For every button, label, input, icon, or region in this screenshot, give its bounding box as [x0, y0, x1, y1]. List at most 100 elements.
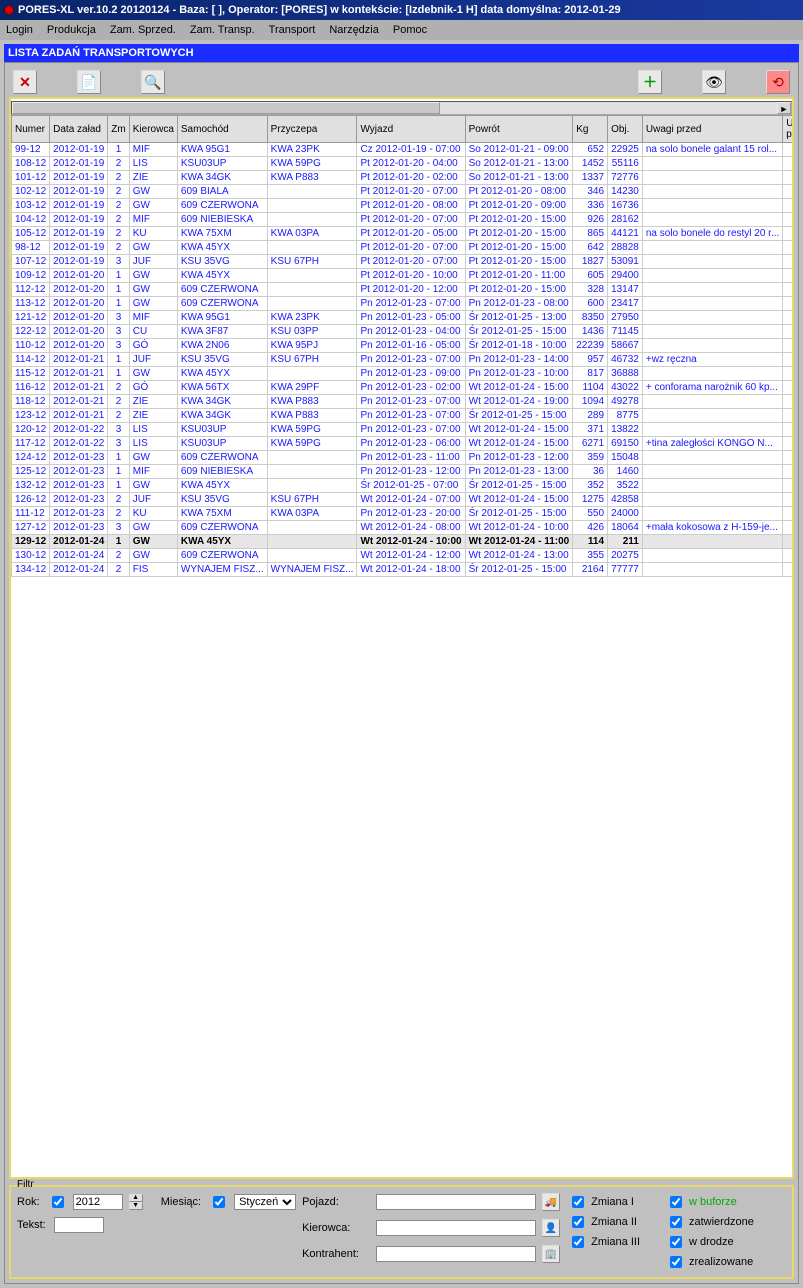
pojazd-pick-button[interactable]: 🚚 — [542, 1193, 560, 1211]
table-row[interactable]: 115-122012-01-211GWKWA 45YXPn 2012-01-23… — [12, 367, 795, 381]
wdrodze-row[interactable]: w drodze — [666, 1233, 754, 1251]
table-row[interactable]: 126-122012-01-232JUFKSU 35VGKSU 67PHWt 2… — [12, 493, 795, 507]
delete-button[interactable]: ✕ — [13, 70, 37, 94]
col-5[interactable]: Przyczepa — [267, 116, 357, 143]
menu-transport[interactable]: Transport — [269, 24, 316, 36]
zmiana3-row[interactable]: Zmiana III — [568, 1233, 640, 1251]
miesiac-checkbox[interactable] — [213, 1196, 225, 1208]
col-7[interactable]: Powrót — [465, 116, 573, 143]
miesiac-select[interactable]: Styczeń — [234, 1194, 296, 1210]
table-row[interactable]: 116-122012-01-212GÓKWA 56TXKWA 29PFPn 20… — [12, 381, 795, 395]
zreal-row[interactable]: zrealizowane — [666, 1253, 754, 1271]
table-row[interactable]: 112-122012-01-201GW609 CZERWONAPt 2012-0… — [12, 283, 795, 297]
document-button[interactable]: 📄 — [77, 70, 101, 94]
table-row[interactable]: 98-122012-01-192GWKWA 45YXPt 2012-01-20 … — [12, 241, 795, 255]
cell — [642, 269, 782, 283]
menu-login[interactable]: Login — [6, 24, 33, 36]
table-row[interactable]: 117-122012-01-223LISKSU03UPKWA 59PGPn 20… — [12, 437, 795, 451]
table-row[interactable]: 122-122012-01-203CUKWA 3F87KSU 03PPPn 20… — [12, 325, 795, 339]
zatw-checkbox[interactable] — [670, 1216, 682, 1228]
table-row[interactable]: 118-122012-01-212ZIEKWA 34GKKWA P883Pn 2… — [12, 395, 795, 409]
table-row[interactable]: 123-122012-01-212ZIEKWA 34GKKWA P883Pn 2… — [12, 409, 795, 423]
zmiana1-checkbox[interactable] — [572, 1196, 584, 1208]
rok-spinner[interactable]: ▲▼ — [129, 1194, 143, 1210]
zmiana2-checkbox[interactable] — [572, 1216, 584, 1228]
col-6[interactable]: Wyjazd — [357, 116, 465, 143]
col-11[interactable]: Uwagi po — [783, 116, 794, 143]
col-3[interactable]: Kierowca — [129, 116, 177, 143]
table-row[interactable]: 114-122012-01-211JUFKSU 35VGKSU 67PHPn 2… — [12, 353, 795, 367]
cell: GW — [129, 479, 177, 493]
table-row[interactable]: 134-122012-01-242FISWYNAJEM FISZ...WYNAJ… — [12, 563, 795, 577]
rok-input[interactable] — [73, 1194, 123, 1210]
table-row[interactable]: 121-122012-01-203MIFKWA 95G1KWA 23PKPn 2… — [12, 311, 795, 325]
table-row[interactable]: 127-122012-01-233GW609 CZERWONAWt 2012-0… — [12, 521, 795, 535]
table-row[interactable]: 99-122012-01-191MIFKWA 95G1KWA 23PKCz 20… — [12, 143, 795, 157]
cell: 2012-01-19 — [50, 255, 108, 269]
zmiana2-row[interactable]: Zmiana II — [568, 1213, 640, 1231]
scroll-right-icon[interactable]: ► — [777, 102, 791, 114]
table-row[interactable]: 107-122012-01-193JUFKSU 35VGKSU 67PHPt 2… — [12, 255, 795, 269]
table-row[interactable]: 130-122012-01-242GW609 CZERWONAWt 2012-0… — [12, 549, 795, 563]
cell: 2 — [108, 241, 129, 255]
pojazd-input[interactable] — [376, 1194, 536, 1210]
table-row[interactable]: 108-122012-01-192LISKSU03UPKWA 59PGPt 20… — [12, 157, 795, 171]
col-1[interactable]: Data załad — [50, 116, 108, 143]
menu-zam-sprzed[interactable]: Zam. Sprzed. — [110, 24, 176, 36]
cell: 107-12 — [12, 255, 50, 269]
kierowca-pick-button[interactable]: 👤 — [542, 1219, 560, 1237]
col-10[interactable]: Uwagi przed — [642, 116, 782, 143]
zreal-checkbox[interactable] — [670, 1256, 682, 1268]
horizontal-scrollbar-top[interactable]: ◄ ► — [11, 101, 792, 115]
col-4[interactable]: Samochód — [177, 116, 267, 143]
cell: Wt 2012-01-24 - 15:00 — [465, 381, 573, 395]
zatw-row[interactable]: zatwierdzone — [666, 1213, 754, 1231]
col-9[interactable]: Obj. — [608, 116, 643, 143]
menu-produkcja[interactable]: Produkcja — [47, 24, 96, 36]
table-row[interactable]: 111-122012-01-232KUKWA 75XMKWA 03PAPn 20… — [12, 507, 795, 521]
col-2[interactable]: Zm — [108, 116, 129, 143]
table-row[interactable]: 132-122012-01-231GWKWA 45YXŚr 2012-01-25… — [12, 479, 795, 493]
view-button[interactable]: 👁 — [702, 70, 726, 94]
table-row[interactable]: 109-122012-01-201GWKWA 45YXPt 2012-01-20… — [12, 269, 795, 283]
menu-zam-transp[interactable]: Zam. Transp. — [190, 24, 255, 36]
kontrahent-input[interactable] — [376, 1246, 536, 1262]
table-row[interactable]: 105-122012-01-192KUKWA 75XMKWA 03PAPt 20… — [12, 227, 795, 241]
table-row[interactable]: 110-122012-01-203GÓKWA 2N06KWA 95PJPn 20… — [12, 339, 795, 353]
col-0[interactable]: Numer — [12, 116, 50, 143]
table-row[interactable]: 101-122012-01-192ZIEKWA 34GKKWA P883Pt 2… — [12, 171, 795, 185]
wbuforze-row[interactable]: w buforze — [666, 1193, 754, 1211]
cell: 346 — [573, 185, 608, 199]
kierowca-input[interactable] — [376, 1220, 536, 1236]
wbuforze-checkbox[interactable] — [670, 1196, 682, 1208]
scroll-thumb[interactable] — [12, 102, 440, 114]
table-row[interactable]: 120-122012-01-223LISKSU03UPKWA 59PGPn 20… — [12, 423, 795, 437]
kontrahent-pick-button[interactable]: 🏢 — [542, 1245, 560, 1263]
add-button[interactable]: ＋ — [638, 70, 662, 94]
menu-narzedzia[interactable]: Narzędzia — [329, 24, 379, 36]
table-row[interactable]: 104-122012-01-192MIF609 NIEBIESKAPt 2012… — [12, 213, 795, 227]
task-grid[interactable]: NumerData załadZmKierowcaSamochódPrzycze… — [11, 115, 794, 577]
table-row[interactable]: 125-122012-01-231MIF609 NIEBIESKAPn 2012… — [12, 465, 795, 479]
cell: 46732 — [608, 353, 643, 367]
cell — [642, 157, 782, 171]
table-row[interactable]: 102-122012-01-192GW609 BIALAPt 2012-01-2… — [12, 185, 795, 199]
cell: 1452 — [573, 157, 608, 171]
table-row[interactable]: 129-122012-01-241GWKWA 45YXWt 2012-01-24… — [12, 535, 795, 549]
search-button[interactable]: 🔍 — [141, 70, 165, 94]
table-row[interactable]: 103-122012-01-192GW609 CZERWONAPt 2012-0… — [12, 199, 795, 213]
menu-pomoc[interactable]: Pomoc — [393, 24, 427, 36]
zmiana1-row[interactable]: Zmiana I — [568, 1193, 640, 1211]
cell — [783, 283, 794, 297]
rok-checkbox[interactable] — [52, 1196, 64, 1208]
refresh-button[interactable]: ⟲ — [766, 70, 790, 94]
col-8[interactable]: Kg — [573, 116, 608, 143]
table-row[interactable]: 113-122012-01-201GW609 CZERWONAPn 2012-0… — [12, 297, 795, 311]
cell: 211 — [608, 535, 643, 549]
tekst-input[interactable] — [54, 1217, 104, 1233]
wdrodze-checkbox[interactable] — [670, 1236, 682, 1248]
zmiana3-checkbox[interactable] — [572, 1236, 584, 1248]
zmiana2-label: Zmiana II — [591, 1216, 637, 1228]
table-row[interactable]: 124-122012-01-231GW609 CZERWONAPn 2012-0… — [12, 451, 795, 465]
cell: Wt 2012-01-24 - 08:00 — [357, 521, 465, 535]
